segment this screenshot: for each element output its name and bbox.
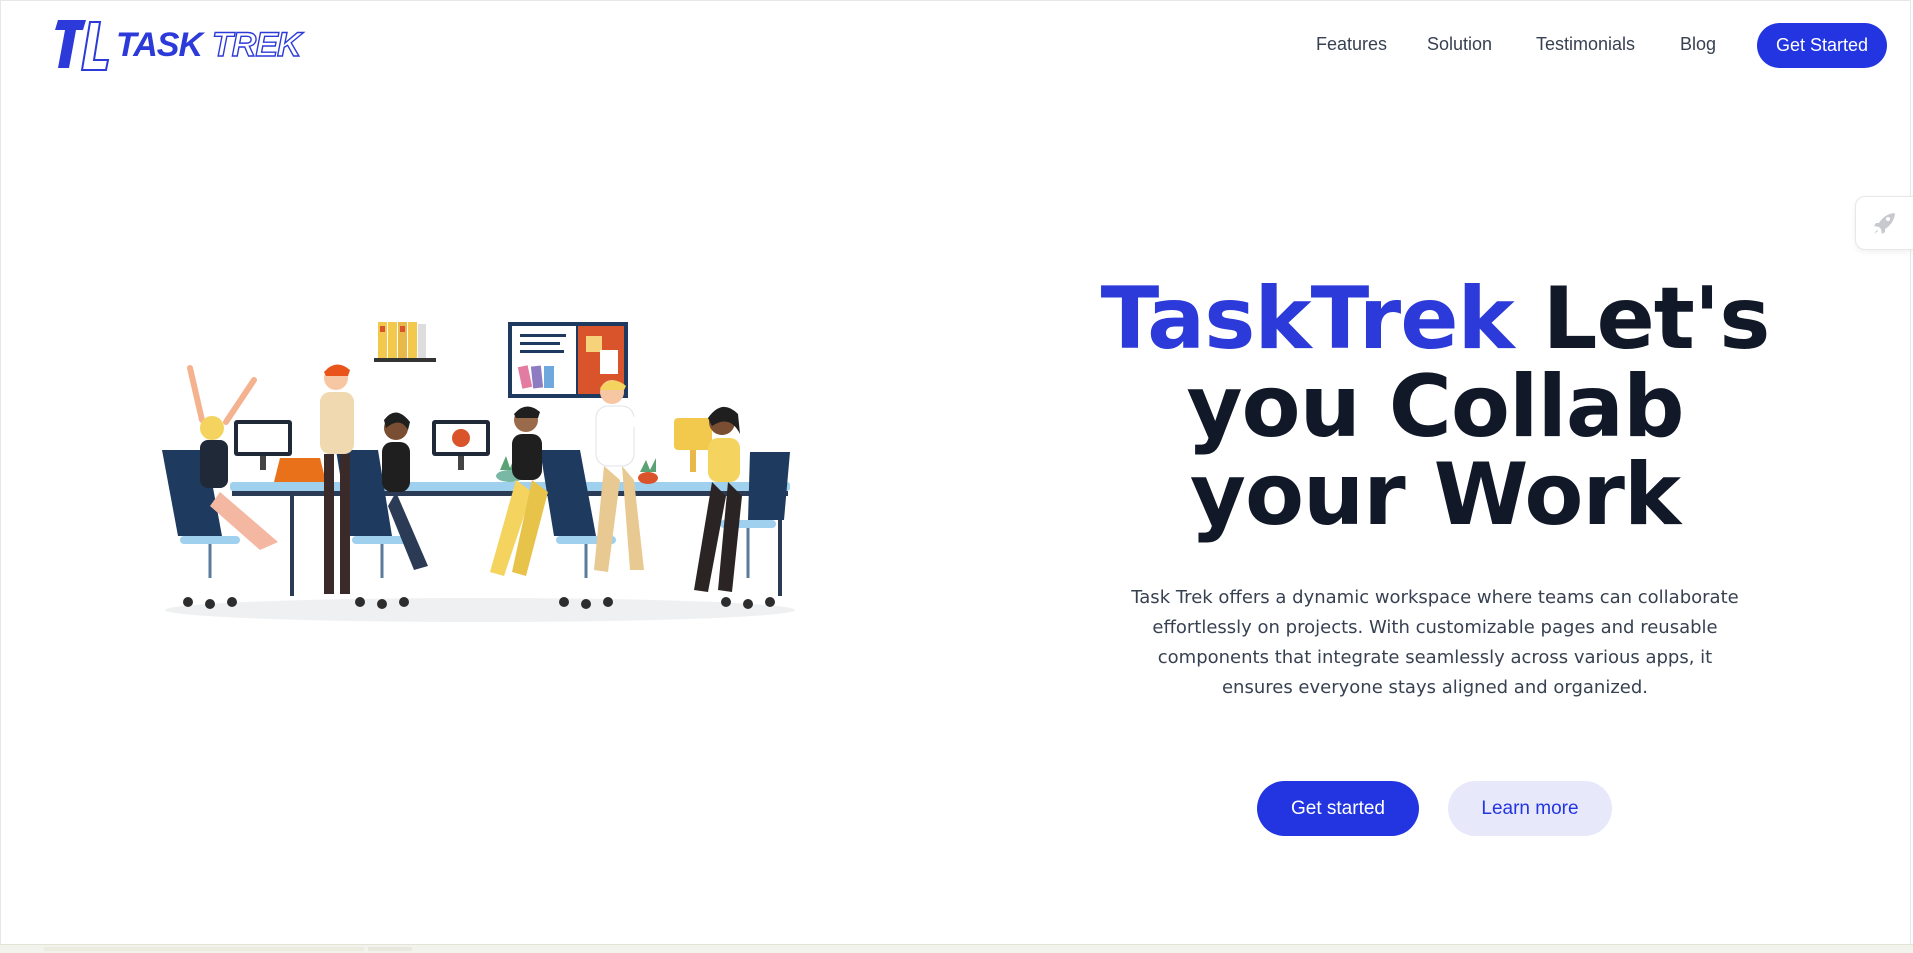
hero-get-started-button[interactable]: Get started bbox=[1257, 781, 1419, 836]
header-get-started-button[interactable]: Get Started bbox=[1757, 23, 1887, 68]
logo-word-task: TASK bbox=[116, 25, 203, 64]
logo-link[interactable]: TASK TREK bbox=[52, 18, 302, 72]
team-collaboration-illustration bbox=[162, 322, 795, 622]
rocket-icon bbox=[1874, 213, 1895, 234]
nav-testimonials[interactable]: Testimonials bbox=[1536, 34, 1635, 55]
hero-title: TaskTrek Let's you Collab your Work bbox=[1090, 275, 1780, 539]
bottom-strip-segment bbox=[368, 947, 412, 951]
hero-learn-more-button[interactable]: Learn more bbox=[1448, 781, 1612, 836]
logo-icon bbox=[55, 20, 110, 71]
bookshelf-icon bbox=[374, 322, 436, 362]
side-widget-button[interactable] bbox=[1855, 196, 1913, 250]
hero-title-line-1: Let's bbox=[1513, 269, 1771, 369]
hero-title-line-3: your Work bbox=[1189, 445, 1681, 545]
logo-wordmark: TASK TREK bbox=[116, 25, 302, 65]
nav-features[interactable]: Features bbox=[1316, 34, 1387, 55]
bottom-strip-segment bbox=[44, 947, 364, 951]
hero-description: Task Trek offers a dynamic workspace whe… bbox=[1131, 587, 1739, 698]
nav-blog[interactable]: Blog bbox=[1680, 34, 1716, 55]
hero-title-brand: TaskTrek bbox=[1100, 269, 1515, 369]
hero-title-line-2: you Collab bbox=[1186, 357, 1684, 457]
logo-word-trek: TREK bbox=[211, 25, 302, 64]
nav-solution[interactable]: Solution bbox=[1427, 34, 1492, 55]
